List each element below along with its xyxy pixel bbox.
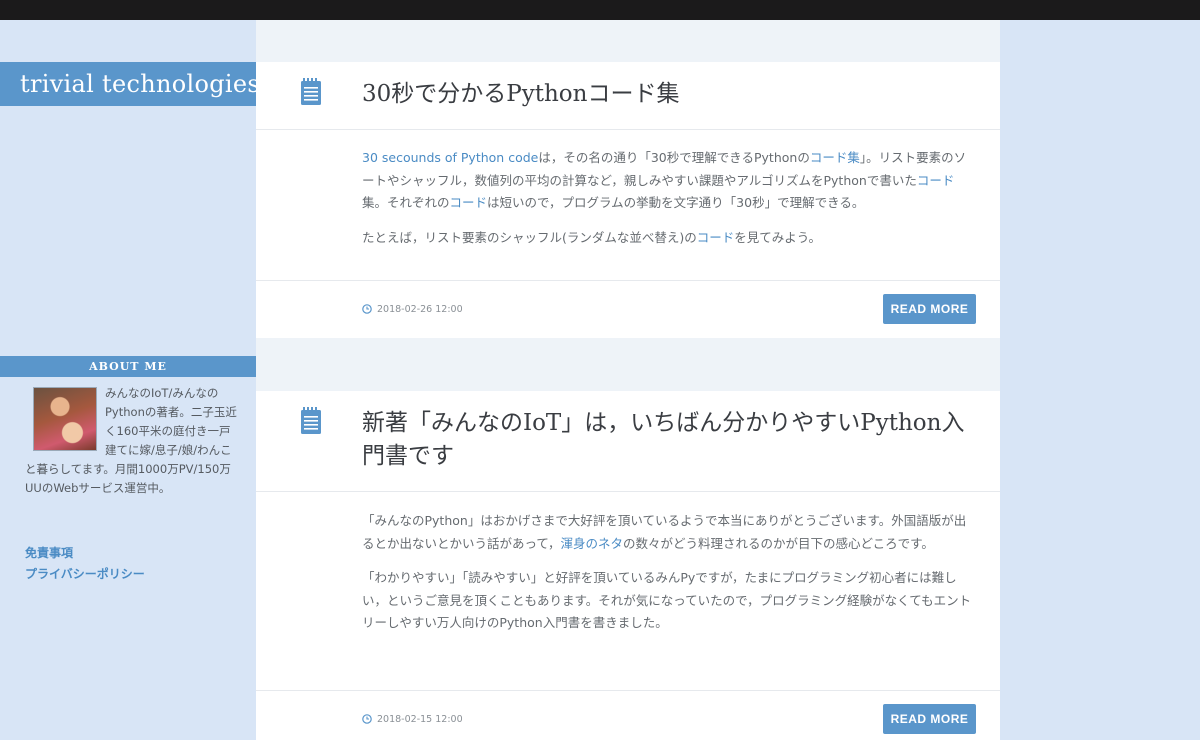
post-footer: 2018-02-26 12:00 READ MORE [256,280,1000,338]
clock-icon [362,714,372,724]
read-more-button[interactable]: READ MORE [883,704,976,734]
inline-link[interactable]: 30 secounds of Python code [362,150,538,165]
main-content: 30秒で分かるPythonコード集 30 secounds of Python … [256,20,1000,740]
post-paragraph: たとえば，リスト要素のシャッフル(ランダムな並べ替え)のコードを見てみよう。 [362,227,976,250]
disclaimer-link[interactable]: 免責事項 [25,543,145,564]
text-run: は，その名の通り「30秒で理解できるPythonの [538,150,810,165]
text-run: 「わかりやすい」「読みやすい」と好評を頂いているみんPyですが，たまにプログラミ… [362,570,972,630]
inline-link[interactable]: コード [917,173,955,188]
text-run: は短いので，プログラムの挙動を文字通り「30秒」で理解できる。 [487,195,865,210]
post-card: 30秒で分かるPythonコード集 30 secounds of Python … [256,62,1000,338]
post-meta: 2018-02-26 12:00 [362,303,463,317]
inline-link[interactable]: 渾身のネタ [561,536,624,551]
post-excerpt: 30 secounds of Python codeは，その名の通り「30秒で理… [256,130,1000,249]
site-title[interactable]: trivial technologies [0,62,260,106]
about-section: みんなのIoT/みんなのPythonの著者。二子玉近く160平米の庭付き一戸建て… [25,384,237,498]
text-run: 集。それぞれの [362,195,450,210]
post-header: 30秒で分かるPythonコード集 [256,62,1000,130]
post-date: 2018-02-15 12:00 [377,714,463,725]
post-date: 2018-02-26 12:00 [377,304,463,315]
text-run: を見てみよう。 [734,229,822,245]
notepad-icon [301,407,321,434]
inline-link[interactable]: コード [450,195,488,210]
clock-icon [362,304,372,314]
post-excerpt: 「みんなのPython」はおかげさまで大好評を頂いているようで本当にありがとうご… [256,492,1000,635]
post-card: 新著「みんなのIoT」は，いちばん分かりやすいPython入門書です 「みんなの… [256,391,1000,740]
text-run: たとえば，リスト要素のシャッフル(ランダムな並べ替え)の [362,229,697,245]
post-paragraph: 「みんなのPython」はおかげさまで大好評を頂いているようで本当にありがとうご… [362,510,976,555]
post-footer: 2018-02-15 12:00 READ MORE [256,690,1000,740]
privacy-policy-link[interactable]: プライバシーポリシー [25,564,145,585]
read-more-button[interactable]: READ MORE [883,294,976,324]
inline-link[interactable]: コード集 [810,150,860,165]
about-heading: ABOUT ME [0,356,256,377]
sidebar-links: 免責事項 プライバシーポリシー [25,543,145,585]
post-meta: 2018-02-15 12:00 [362,713,463,727]
post-paragraph: 「わかりやすい」「読みやすい」と好評を頂いているみんPyですが，たまにプログラミ… [362,567,976,635]
text-run: の数々がどう料理されるのかが目下の感心どころです。 [623,535,934,551]
avatar [33,387,97,451]
notepad-icon [301,78,321,105]
post-title[interactable]: 30秒で分かるPythonコード集 [362,78,972,111]
inline-link[interactable]: コード [697,230,735,245]
post-paragraph: 30 secounds of Python codeは，その名の通り「30秒で理… [362,147,976,215]
top-bar [0,0,1200,20]
sidebar: trivial technologies ABOUT ME みんなのIoT/みん… [0,20,260,740]
post-header: 新著「みんなのIoT」は，いちばん分かりやすいPython入門書です [256,391,1000,492]
post-title[interactable]: 新著「みんなのIoT」は，いちばん分かりやすいPython入門書です [362,407,972,473]
